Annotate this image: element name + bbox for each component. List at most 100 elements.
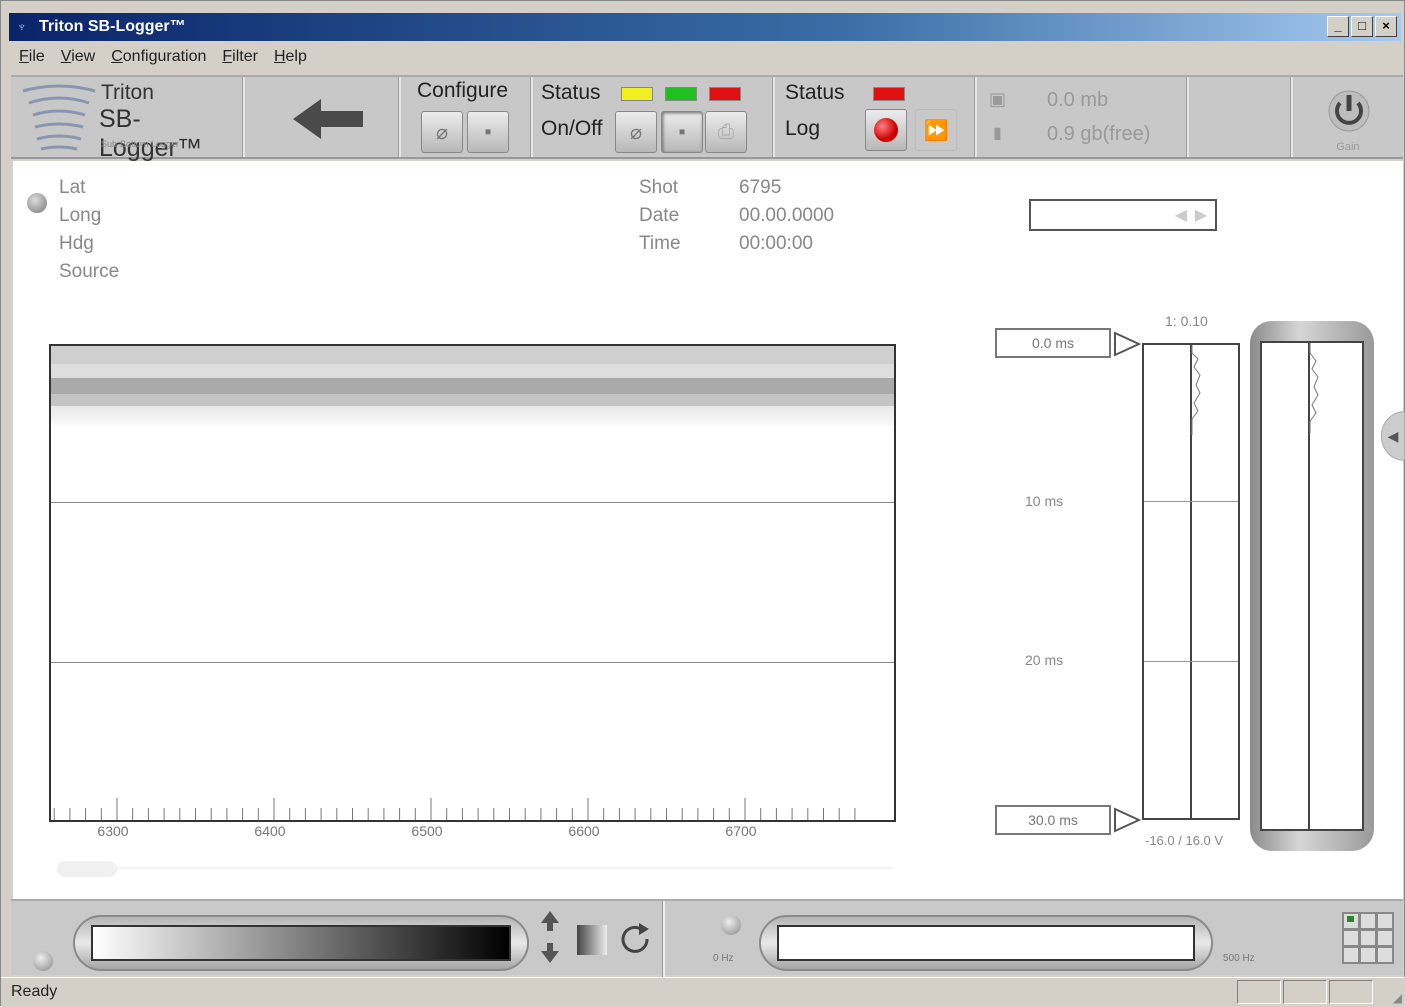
- status-panel: [1237, 980, 1281, 1004]
- menu-help[interactable]: Help: [274, 48, 307, 66]
- hdg-label: Hdg: [59, 233, 94, 254]
- trace-scope: [1142, 343, 1240, 820]
- echo-band: [51, 378, 894, 394]
- echo-band: [51, 346, 894, 364]
- source-label: Source: [59, 261, 120, 282]
- device-icon: ▪: [678, 120, 686, 143]
- gps-indicator-icon: [27, 193, 47, 213]
- onoff-device-button[interactable]: ▪: [661, 111, 703, 153]
- status-led-green: [665, 87, 697, 101]
- x-axis-ticks: [53, 798, 856, 820]
- signal-tube: [1250, 321, 1374, 851]
- toolbar: Triton SB-Logger™ Sub-Bottom Logger Conf…: [11, 75, 1403, 162]
- x-tick-label: 6700: [725, 823, 757, 839]
- main-display: Lat Long Hdg Source Shot 6795 Date 00.00…: [13, 161, 1405, 899]
- status-text: Ready: [11, 983, 58, 1000]
- frequency-filter-bar[interactable]: [759, 915, 1213, 971]
- time-value: 00:00:00: [739, 233, 813, 254]
- x-tick-label: 6500: [411, 823, 443, 839]
- grayscale-gradient: [91, 925, 511, 961]
- side-panel-toggle[interactable]: ◀: [1381, 411, 1405, 461]
- no-entry-icon: ⌀: [629, 121, 643, 144]
- filter-indicator-icon[interactable]: [721, 915, 741, 935]
- scope-gridline: [1144, 501, 1238, 502]
- bottom-bar: 0 Hz 500 Hz: [11, 899, 1403, 977]
- gain-section: Gain: [1293, 77, 1403, 157]
- spacer-section: [1189, 77, 1293, 157]
- menu-configuration[interactable]: Configuration: [111, 48, 206, 66]
- log-section: Status Log ⏩: [775, 77, 977, 157]
- horizontal-scroll-track[interactable]: [113, 867, 893, 869]
- horizontal-scroll-thumb[interactable]: [57, 861, 117, 877]
- configure-settings-button[interactable]: ⌀: [421, 111, 463, 153]
- onoff-label: On/Off: [541, 117, 603, 140]
- minimize-button[interactable]: _: [1327, 16, 1349, 37]
- configure-device-button[interactable]: ▪: [467, 111, 509, 153]
- refresh-icon[interactable]: [617, 921, 653, 957]
- menu-file[interactable]: File: [19, 48, 45, 66]
- grid-layout-icon[interactable]: [1341, 911, 1395, 967]
- shot-value: 6795: [739, 177, 782, 198]
- gain-label: Gain: [1336, 141, 1360, 153]
- echogram-plot[interactable]: [49, 344, 896, 822]
- menu-view[interactable]: View: [61, 48, 95, 66]
- log-status-led: [873, 87, 905, 101]
- storage-free: 0.9 gb(free): [1047, 123, 1151, 145]
- logo-subtitle: Sub-Bottom Logger: [101, 139, 180, 149]
- previous-icon[interactable]: ◀: [1175, 205, 1187, 225]
- onoff-disabled-button[interactable]: ⌀: [615, 111, 657, 153]
- fast-forward-icon: ⏩: [923, 119, 949, 142]
- time-label: Time: [639, 233, 681, 254]
- logo-product: SB-Logger™: [99, 105, 202, 162]
- next-icon[interactable]: ▶: [1195, 205, 1207, 225]
- menu-bar: File View Configuration Filter Help: [9, 43, 1401, 71]
- status-led-red: [709, 87, 741, 101]
- echo-band: [51, 364, 894, 378]
- channel-selector[interactable]: ◀ ▶: [1029, 199, 1217, 231]
- palette-indicator-icon[interactable]: [33, 951, 53, 971]
- signal-tube-display: [1260, 341, 1364, 831]
- configure-label: Configure: [417, 79, 509, 102]
- storage-section: ▣ ▮ 0.0 mb 0.9 gb(free): [977, 77, 1189, 157]
- date-label: Date: [639, 205, 680, 226]
- lat-label: Lat: [59, 177, 86, 198]
- up-down-arrows-icon[interactable]: [539, 909, 561, 965]
- back-arrow-icon[interactable]: [293, 99, 363, 139]
- log-status-label: Status: [785, 81, 845, 104]
- back-section: [245, 77, 401, 157]
- close-button[interactable]: ×: [1375, 16, 1397, 37]
- menu-filter[interactable]: Filter: [222, 48, 258, 66]
- record-icon: [874, 118, 898, 142]
- long-label: Long: [59, 205, 102, 226]
- record-button[interactable]: [865, 109, 907, 151]
- x-tick-label: 6600: [568, 823, 600, 839]
- echo-band: [51, 394, 894, 406]
- color-palette-bar[interactable]: [73, 915, 529, 971]
- onoff-printer-button[interactable]: ⎙: [705, 111, 747, 153]
- configure-section: Configure ⌀ ▪: [401, 77, 533, 157]
- save-icon: ▣: [989, 89, 1007, 109]
- logo-section: Triton SB-Logger™ Sub-Bottom Logger: [11, 77, 245, 162]
- battery-icon: ▮: [993, 125, 1002, 142]
- gridline-10ms: [51, 502, 894, 503]
- status-led-yellow: [621, 87, 653, 101]
- freq-low-label: 0 Hz: [713, 953, 734, 964]
- depth-bottom-marker-icon[interactable]: [1113, 807, 1141, 833]
- maximize-button[interactable]: □: [1351, 16, 1373, 37]
- contrast-icon[interactable]: [577, 925, 607, 955]
- app-window: ♆ Triton SB-Logger™ _ □ × File View Conf…: [0, 0, 1405, 1007]
- power-icon[interactable]: [1327, 89, 1371, 133]
- depth-bottom-input[interactable]: 30.0 ms: [995, 805, 1111, 835]
- printer-icon: ⎙: [718, 120, 734, 143]
- device-icon: ▪: [484, 120, 492, 143]
- depth-label-10ms: 10 ms: [1025, 493, 1064, 509]
- fast-forward-button[interactable]: ⏩: [915, 109, 957, 151]
- scope-gridline: [1144, 661, 1238, 662]
- resize-grip-icon[interactable]: ◢: [1393, 991, 1402, 1005]
- logo-title: Triton: [101, 81, 154, 104]
- status-section: Status On/Off ⌀ ▪ ⎙: [533, 77, 775, 157]
- log-label: Log: [785, 117, 821, 140]
- depth-top-input[interactable]: 0.0 ms: [995, 328, 1111, 358]
- depth-top-marker-icon[interactable]: [1113, 331, 1141, 357]
- collapse-left-icon: ◀: [1387, 428, 1399, 444]
